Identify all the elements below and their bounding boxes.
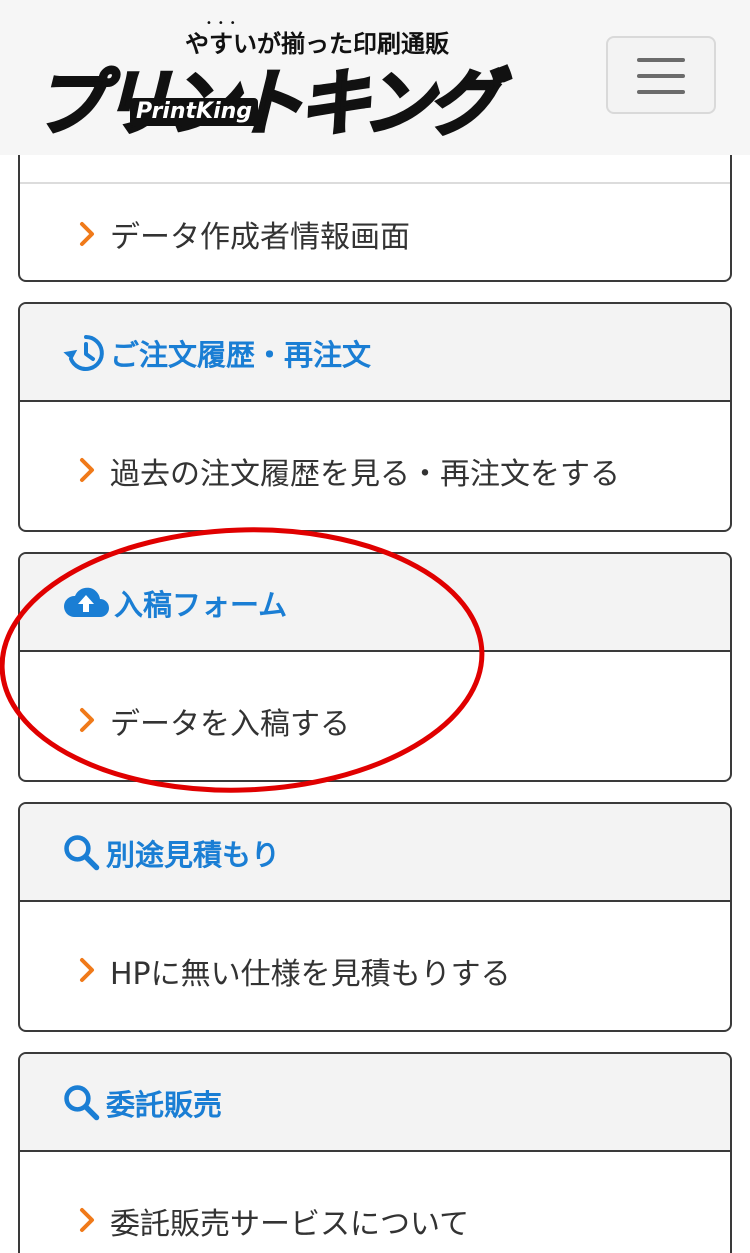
hamburger-menu-icon-bar — [637, 74, 685, 78]
link-label: データを入稿する — [110, 707, 350, 742]
link-consignment[interactable]: 委託販売サービスについて — [20, 1154, 730, 1253]
search-icon — [64, 835, 100, 871]
section-title-text: 委託販売 — [106, 1088, 223, 1122]
section-title-text: 入稿フォーム — [114, 588, 288, 622]
section-header: ご注文履歴・再注文 — [20, 304, 730, 402]
section-card-order-history: ご注文履歴・再注文 過去の注文履歴を見る・再注文をする — [18, 302, 732, 532]
section-header: 入稿フォーム — [20, 554, 730, 652]
cloud-upload-icon — [63, 587, 109, 617]
site-header: ••• やすいが揃った印刷通販 プリントキング PrintKing — [0, 0, 750, 155]
history-icon — [63, 335, 104, 371]
chevron-right-icon — [80, 708, 94, 732]
section-title: 別途見積もり — [62, 804, 280, 902]
search-icon — [64, 1085, 100, 1121]
section-title-text: ご注文履歴・再注文 — [110, 338, 372, 372]
section-title: ご注文履歴・再注文 — [62, 304, 371, 402]
logo-subtitle: PrintKing — [130, 98, 259, 126]
logo[interactable]: ••• やすいが揃った印刷通販 プリントキング PrintKing — [30, 18, 502, 147]
section-title: 入稿フォーム — [62, 554, 287, 652]
link-label: 委託販売サービスについて — [110, 1207, 470, 1242]
link-data-creator-info[interactable]: データ作成者情報画面 — [20, 184, 730, 280]
page: ••• やすいが揃った印刷通販 プリントキング PrintKing データ作成者… — [0, 0, 750, 1253]
hamburger-menu-button[interactable] — [606, 36, 716, 114]
hamburger-menu-icon-bar — [637, 90, 685, 94]
logo-wordmark: プリントキング — [33, 60, 502, 147]
section-header: 委託販売 — [20, 1054, 730, 1152]
chevron-right-icon — [80, 1208, 94, 1232]
section-card-estimate: 別途見積もり HPに無い仕様を見積もりする — [18, 802, 732, 1032]
link-label: データ作成者情報画面 — [110, 220, 410, 255]
section-title-text: 別途見積もり — [106, 838, 281, 872]
link-estimate[interactable]: HPに無い仕様を見積もりする — [20, 904, 730, 1030]
chevron-right-icon — [80, 222, 94, 246]
section-header: 別途見積もり — [20, 804, 730, 902]
link-label: 過去の注文履歴を見る・再注文をする — [110, 457, 620, 492]
section-title: 委託販売 — [62, 1054, 222, 1152]
link-label: HPに無い仕様を見積もりする — [110, 957, 511, 992]
section-card-consignment: 委託販売 委託販売サービスについて — [18, 1052, 732, 1253]
link-upload-data[interactable]: データを入稿する — [20, 654, 730, 780]
chevron-right-icon — [80, 458, 94, 482]
link-order-history[interactable]: 過去の注文履歴を見る・再注文をする — [20, 404, 730, 530]
chevron-right-icon — [80, 958, 94, 982]
hamburger-menu-icon — [637, 58, 685, 62]
section-card-upload-form: 入稿フォーム データを入稿する — [18, 552, 732, 782]
